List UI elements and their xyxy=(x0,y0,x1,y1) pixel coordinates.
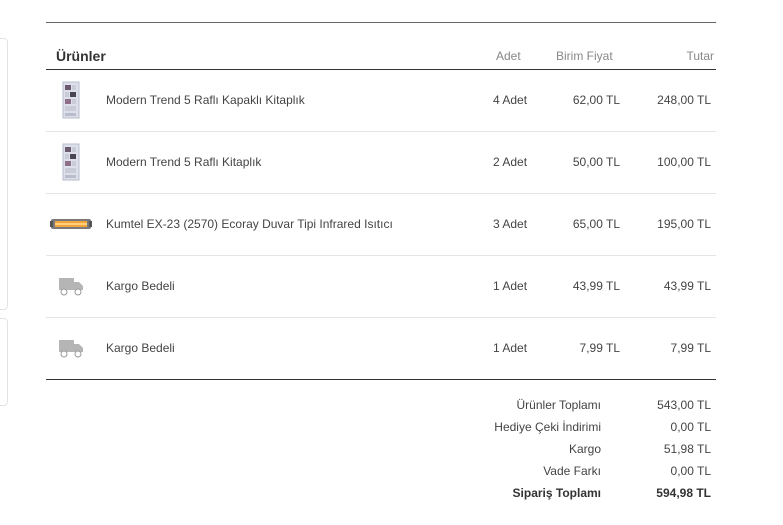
column-header-qty: Adet xyxy=(496,49,521,63)
table-row: Kargo Bedeli 1 Adet 43,99 TL 43,99 TL xyxy=(46,256,716,318)
column-header-unit-price: Birim Fiyat xyxy=(556,49,613,63)
product-qty: 1 Adet xyxy=(493,341,528,355)
product-unit-price: 43,99 TL xyxy=(572,279,620,293)
product-total: 7,99 TL xyxy=(670,341,711,355)
product-unit-price: 62,00 TL xyxy=(572,93,620,107)
summary-row-products-total: Ürünler Toplamı 543,00 TL xyxy=(380,396,716,418)
product-total: 195,00 TL xyxy=(657,217,711,231)
divider xyxy=(46,22,716,23)
summary-value: 594,98 TL xyxy=(656,486,711,500)
table-header: Ürünler Adet Birim Fiyat Tutar xyxy=(46,42,716,70)
summary-row-order-total: Sipariş Toplamı 594,98 TL xyxy=(380,484,716,506)
product-unit-price: 65,00 TL xyxy=(572,217,620,231)
column-header-total: Tutar xyxy=(686,49,714,63)
product-total: 100,00 TL xyxy=(657,155,711,169)
table-row: Kargo Bedeli 1 Adet 7,99 TL 7,99 TL xyxy=(46,318,716,380)
summary-row-shipping: Kargo 51,98 TL xyxy=(380,440,716,462)
summary-row-term-difference: Vade Farkı 0,00 TL xyxy=(380,462,716,484)
bookshelf-icon[interactable] xyxy=(48,140,94,184)
summary-label: Vade Farkı xyxy=(543,464,601,478)
product-qty: 2 Adet xyxy=(493,155,528,169)
summary-label: Ürünler Toplamı xyxy=(516,398,601,412)
product-total: 43,99 TL xyxy=(663,279,711,293)
summary-value: 51,98 TL xyxy=(663,442,711,456)
table-row: Kumtel EX-23 (2570) Ecoray Duvar Tipi In… xyxy=(46,194,716,256)
product-name[interactable]: Kumtel EX-23 (2570) Ecoray Duvar Tipi In… xyxy=(106,217,393,231)
table-row: Modern Trend 5 Raflı Kapaklı Kitaplık 4 … xyxy=(46,70,716,132)
product-qty: 3 Adet xyxy=(493,217,528,231)
summary-row-gift-discount: Hediye Çeki İndirimi 0,00 TL xyxy=(380,418,716,440)
summary-value: 0,00 TL xyxy=(670,420,711,434)
order-items-table: Ürünler Adet Birim Fiyat Tutar Modern Tr… xyxy=(46,42,716,380)
product-name[interactable]: Modern Trend 5 Raflı Kapaklı Kitaplık xyxy=(106,93,305,107)
summary-label: Sipariş Toplamı xyxy=(512,486,601,500)
bookshelf-icon[interactable] xyxy=(48,78,94,122)
truck-icon xyxy=(48,264,94,308)
truck-icon xyxy=(48,326,94,370)
table-row: Modern Trend 5 Raflı Kitaplık 2 Adet 50,… xyxy=(46,132,716,194)
product-unit-price: 50,00 TL xyxy=(572,155,620,169)
summary-label: Hediye Çeki İndirimi xyxy=(494,420,601,434)
product-unit-price: 7,99 TL xyxy=(579,341,620,355)
product-name[interactable]: Modern Trend 5 Raflı Kitaplık xyxy=(106,155,261,169)
heater-icon[interactable] xyxy=(48,202,94,246)
product-qty: 1 Adet xyxy=(493,279,528,293)
summary-label: Kargo xyxy=(568,442,601,456)
product-qty: 4 Adet xyxy=(493,93,528,107)
summary-value: 543,00 TL xyxy=(657,398,711,412)
order-summary: Ürünler Toplamı 543,00 TL Hediye Çeki İn… xyxy=(380,396,716,506)
table-title: Ürünler xyxy=(56,48,106,64)
product-name: Kargo Bedeli xyxy=(106,279,175,293)
summary-value: 0,00 TL xyxy=(670,464,711,478)
left-panel xyxy=(0,38,8,310)
product-name: Kargo Bedeli xyxy=(106,341,175,355)
left-panel-secondary xyxy=(0,318,8,406)
product-total: 248,00 TL xyxy=(657,93,711,107)
